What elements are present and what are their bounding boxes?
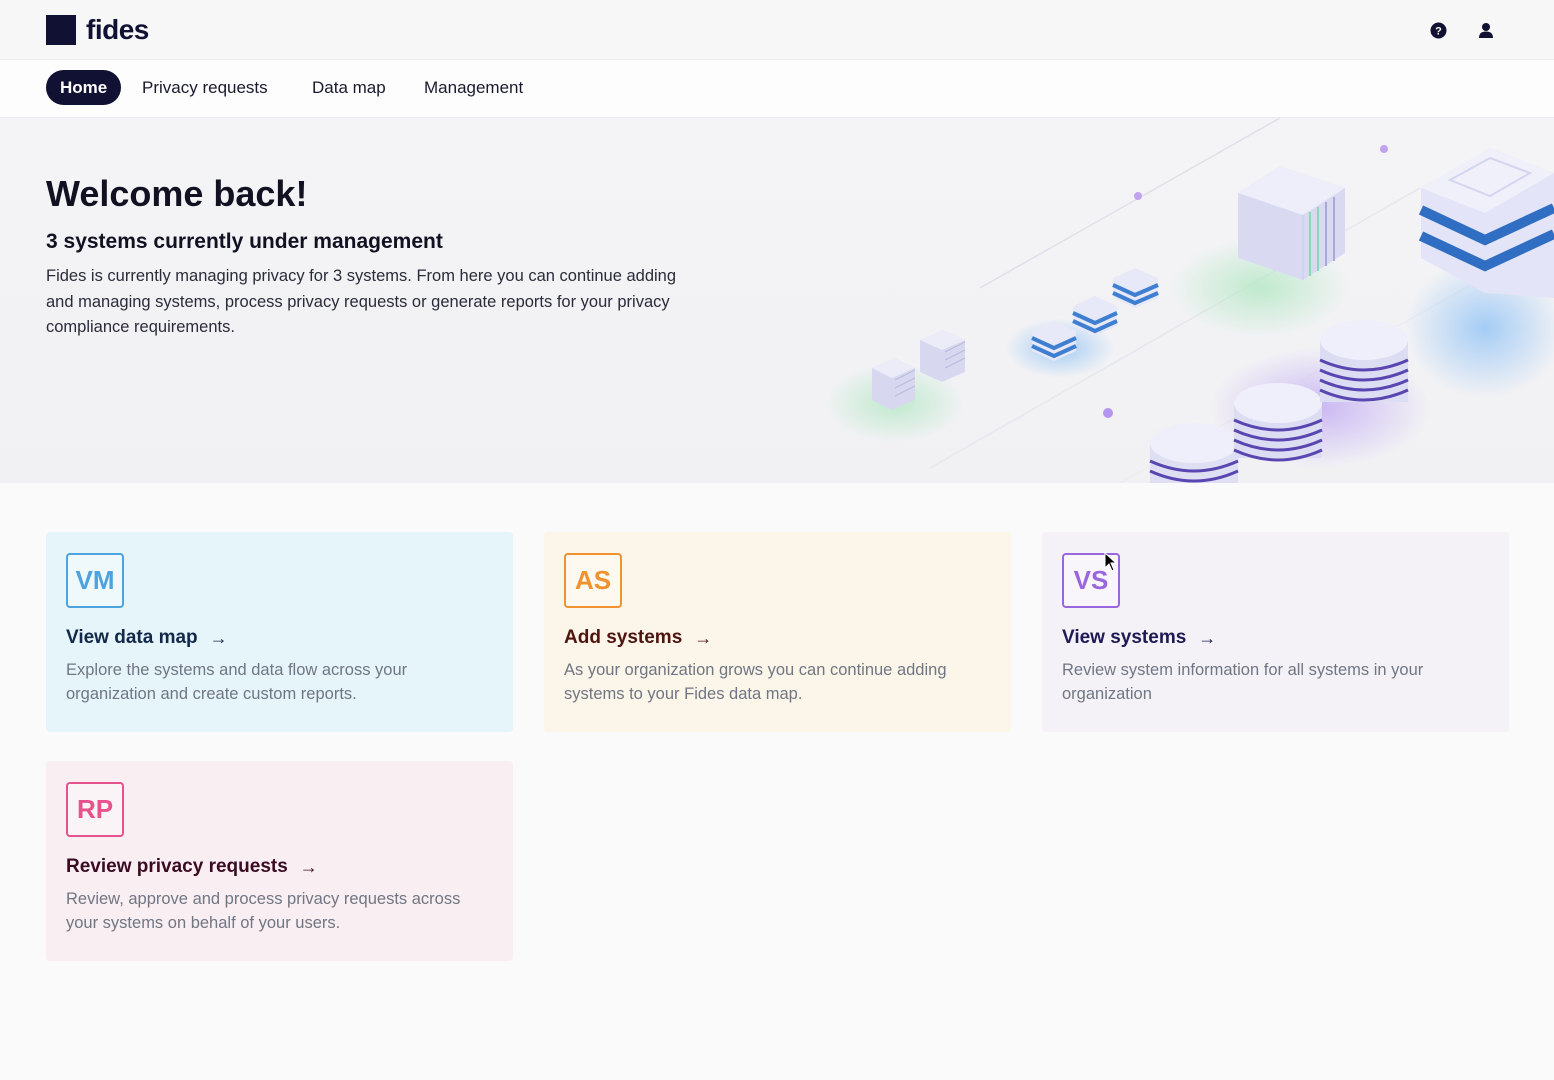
review-privacy-requests-card[interactable]: RP Review privacy requests → Review, app… [46,761,513,961]
user-icon[interactable] [1476,20,1496,40]
arrow-right-icon: → [299,856,318,877]
add-systems-card[interactable]: AS Add systems → As your organization gr… [544,532,1011,732]
card-title-text: View data map [66,627,198,648]
view-data-map-card[interactable]: VM View data map → Explore the systems a… [46,532,513,732]
fides-logo[interactable]: fides [46,14,149,46]
card-title-text: Review privacy requests [66,856,288,877]
svg-text:?: ? [1435,25,1442,37]
arrow-right-icon: → [694,627,713,648]
vm-badge: VM [66,553,124,608]
add-systems-link[interactable]: Add systems → [564,627,712,649]
nav-data-map[interactable]: Data map [298,70,400,105]
nav-management[interactable]: Management [410,70,537,105]
top-header: fides ? [0,0,1554,60]
nav-privacy-requests[interactable]: Privacy requests [128,70,282,105]
arrow-right-icon: → [1198,627,1217,648]
card-description: Review system information for all system… [1062,661,1424,703]
card-description: As your organization grows you can conti… [564,661,947,703]
as-badge: AS [564,553,622,608]
rp-badge: RP [66,782,124,837]
logo-text: fides [86,14,149,45]
view-data-map-link[interactable]: View data map → [66,627,228,649]
help-icon[interactable]: ? [1428,20,1448,40]
page-title: Welcome back! [46,173,308,214]
review-privacy-requests-link[interactable]: Review privacy requests → [66,856,318,878]
card-description: Explore the systems and data flow across… [66,661,408,703]
arrow-right-icon: → [209,627,228,648]
main-nav: Home Privacy requests Data map Managemen… [0,60,1554,118]
card-title-text: View systems [1062,627,1187,648]
mouse-pointer-icon [1104,552,1118,572]
card-description: Review, approve and process privacy requ… [66,890,461,932]
systems-count-heading: 3 systems currently under management [46,230,443,253]
welcome-hero: Welcome back! 3 systems currently under … [0,118,1554,483]
logo-mark-icon [46,15,76,45]
data-illustration-icon [825,118,1554,483]
view-systems-link[interactable]: View systems → [1062,627,1216,649]
nav-home[interactable]: Home [46,70,122,105]
hero-description: Fides is currently managing privacy for … [46,267,677,336]
card-title-text: Add systems [564,627,683,648]
